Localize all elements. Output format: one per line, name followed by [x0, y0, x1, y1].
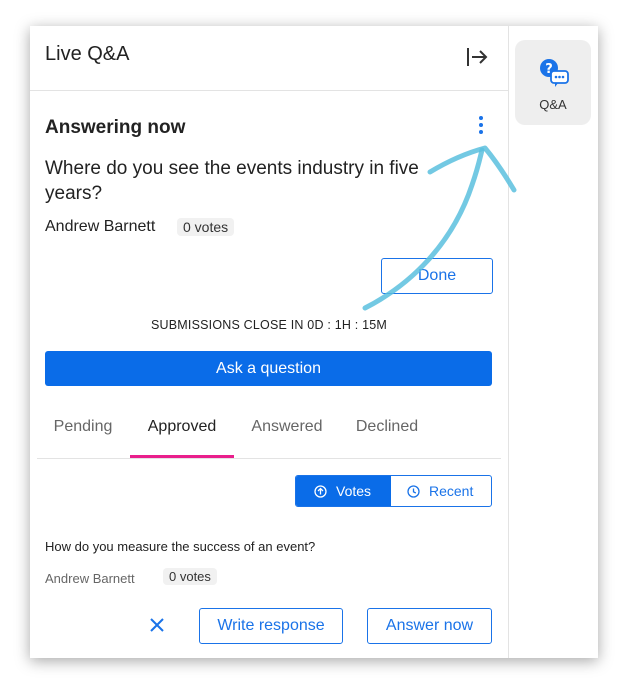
collapse-panel-icon[interactable] [464, 44, 490, 70]
panel-header: Live Q&A [30, 26, 508, 91]
qa-rail-button[interactable]: ? Q&A [515, 40, 591, 125]
sort-toggle: Votes Recent [295, 475, 492, 507]
sort-votes-label: Votes [336, 483, 372, 499]
tab-approved[interactable]: Approved [130, 418, 234, 458]
tab-answered[interactable]: Answered [244, 418, 330, 458]
panel-title: Live Q&A [45, 43, 130, 65]
question-tabs: Pending Approved Answered Declined [37, 418, 501, 459]
list-item-author: Andrew Barnett [45, 571, 135, 586]
list-item-question: How do you measure the success of an eve… [45, 539, 316, 554]
sort-recent-button[interactable]: Recent [391, 476, 491, 506]
side-rail: ? Q&A [509, 26, 598, 658]
qa-chat-icon: ? [540, 59, 569, 87]
arrow-up-circle-icon [314, 485, 327, 498]
answering-now-heading: Answering now [45, 117, 186, 138]
submissions-close-timer: SUBMISSIONS CLOSE IN 0D : 1H : 15M [150, 318, 388, 332]
decline-icon[interactable] [148, 616, 166, 634]
write-response-button[interactable]: Write response [199, 608, 343, 644]
live-qa-window: Live Q&A Answering now Where do you see … [30, 26, 598, 658]
sort-recent-label: Recent [429, 483, 474, 499]
ask-question-button[interactable]: Ask a question [45, 351, 492, 386]
current-question-author: Andrew Barnett [45, 218, 156, 235]
more-options-icon[interactable] [471, 113, 491, 139]
current-question-votes: 0 votes [177, 218, 235, 236]
tab-declined[interactable]: Declined [349, 418, 425, 458]
done-button[interactable]: Done [381, 258, 493, 294]
current-question-text: Where do you see the events industry in … [45, 158, 419, 204]
answer-now-button[interactable]: Answer now [367, 608, 492, 644]
tab-pending[interactable]: Pending [45, 418, 121, 458]
qa-panel: Live Q&A Answering now Where do you see … [30, 26, 509, 658]
sort-votes-button[interactable]: Votes [296, 476, 391, 506]
qa-rail-label: Q&A [539, 97, 567, 112]
clock-icon [407, 485, 420, 498]
list-item-votes: 0 votes [163, 568, 217, 585]
